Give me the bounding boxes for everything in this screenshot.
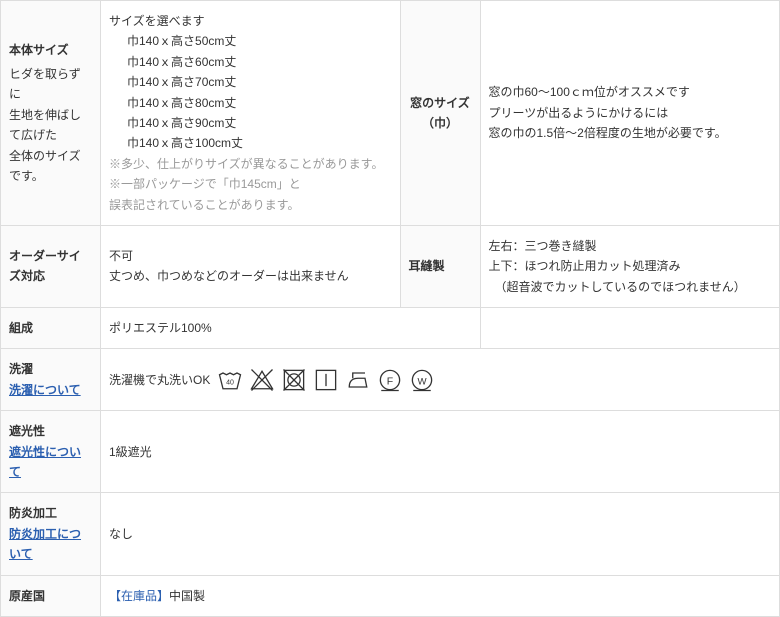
th-washing-title: 洗濯 [9, 359, 92, 379]
flame-link[interactable]: 防炎加工について [9, 527, 81, 561]
th-flame: 防炎加工 防炎加工について [1, 493, 101, 575]
th-body-size-title: 本体サイズ [9, 43, 69, 57]
no-bleach-icon [248, 366, 276, 394]
shading-link[interactable]: 遮光性について [9, 445, 81, 479]
th-shading: 遮光性 遮光性について [1, 411, 101, 493]
size-note: ※一部パッケージで「巾145cm」と 誤表記されていることがあります。 [109, 174, 392, 215]
th-composition: 組成 [1, 308, 101, 349]
td-shading: 1級遮光 [101, 411, 780, 493]
td-origin: 【在庫品】中国製 [101, 575, 780, 616]
wash-icons-group: 40 F W [216, 366, 436, 394]
spec-table: 本体サイズ ヒダを取らずに 生地を伸ばして広げた 全体のサイズです。 サイズを選… [0, 0, 780, 617]
wash-40-icon: 40 [216, 366, 244, 394]
size-option: 巾140ｘ高さ100cm丈 [109, 133, 392, 153]
row-composition: 組成 ポリエステル100% [1, 308, 780, 349]
td-body-size: サイズを選べます 巾140ｘ高さ50cm丈 巾140ｘ高さ60cm丈 巾140ｘ… [101, 1, 401, 226]
row-washing: 洗濯 洗濯について 洗濯機で丸洗いOK 40 F W [1, 349, 780, 411]
th-shading-title: 遮光性 [9, 421, 92, 441]
td-composition: ポリエステル100% [101, 308, 481, 349]
td-washing: 洗濯機で丸洗いOK 40 F W [101, 349, 780, 411]
dryclean-f-icon: F [376, 366, 404, 394]
size-option: 巾140ｘ高さ60cm丈 [109, 52, 392, 72]
sizes-title: サイズを選べます [109, 11, 392, 31]
row-body-size: 本体サイズ ヒダを取らずに 生地を伸ばして広げた 全体のサイズです。 サイズを選… [1, 1, 780, 226]
dry-flat-icon [312, 366, 340, 394]
stock-label: 【在庫品】 [109, 589, 169, 603]
washing-link[interactable]: 洗濯について [9, 383, 81, 397]
td-flame: なし [101, 493, 780, 575]
size-note: ※多少、仕上がりサイズが異なることがあります。 [109, 154, 392, 174]
th-washing: 洗濯 洗濯について [1, 349, 101, 411]
td-empty [480, 308, 780, 349]
order-desc: 丈つめ、巾つめなどのオーダーは出来ません [109, 266, 392, 286]
size-option: 巾140ｘ高さ50cm丈 [109, 31, 392, 51]
no-tumble-icon [280, 366, 308, 394]
svg-text:F: F [387, 375, 393, 387]
wetclean-w-icon: W [408, 366, 436, 394]
td-edge-sewing: 左右：三つ巻き縫製 上下：ほつれ防止用カット処理済み （超音波でカットしているの… [480, 225, 780, 307]
row-flame: 防炎加工 防炎加工について なし [1, 493, 780, 575]
iron-icon [344, 366, 372, 394]
row-order-size: オーダーサイズ対応 不可 丈つめ、巾つめなどのオーダーは出来ません 耳縫製 左右… [1, 225, 780, 307]
size-option: 巾140ｘ高さ70cm丈 [109, 72, 392, 92]
th-edge-sewing: 耳縫製 [400, 225, 480, 307]
order-no: 不可 [109, 246, 392, 266]
washing-text: 洗濯機で丸洗いOK [109, 370, 210, 390]
svg-text:W: W [418, 376, 428, 387]
th-body-size: 本体サイズ ヒダを取らずに 生地を伸ばして広げた 全体のサイズです。 [1, 1, 101, 226]
row-origin: 原産国 【在庫品】中国製 [1, 575, 780, 616]
row-shading: 遮光性 遮光性について 1級遮光 [1, 411, 780, 493]
th-body-size-sub: ヒダを取らずに 生地を伸ばして広げた 全体のサイズです。 [9, 64, 92, 186]
th-window-size: 窓のサイズ （巾） [400, 1, 480, 226]
td-window-size: 窓の巾60～100ｃｍ位がオススメです プリーツが出るようにかけるには 窓の巾の… [480, 1, 780, 226]
size-option: 巾140ｘ高さ90cm丈 [109, 113, 392, 133]
origin-country: 中国製 [169, 589, 205, 603]
th-order-size: オーダーサイズ対応 [1, 225, 101, 307]
th-origin: 原産国 [1, 575, 101, 616]
td-order-size: 不可 丈つめ、巾つめなどのオーダーは出来ません [101, 225, 401, 307]
th-flame-title: 防炎加工 [9, 503, 92, 523]
svg-text:40: 40 [226, 379, 234, 386]
th-window-size-l1: 窓のサイズ [409, 93, 472, 113]
th-window-size-l2: （巾） [409, 113, 472, 133]
size-option: 巾140ｘ高さ80cm丈 [109, 93, 392, 113]
